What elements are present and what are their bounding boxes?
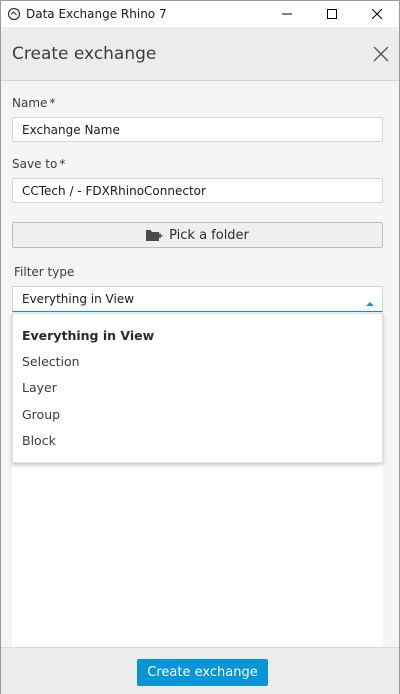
filter-type-label: Filter type (14, 265, 75, 279)
name-input-value: Exchange Name (22, 122, 120, 137)
save-to-required-marker: * (59, 157, 66, 171)
footer-bar: Create exchange (1, 647, 399, 694)
folder-add-icon (146, 228, 163, 242)
pick-folder-label: Pick a folder (169, 227, 249, 243)
save-to-label-text: Save to (12, 157, 58, 171)
save-to-input[interactable]: CCTech / - FDXRhinoConnector (12, 178, 383, 203)
create-exchange-button[interactable]: Create exchange (137, 659, 268, 686)
save-to-input-value: CCTech / - FDXRhinoConnector (22, 183, 206, 198)
name-required-marker: * (49, 96, 56, 110)
minimize-icon[interactable] (264, 1, 309, 27)
save-to-label: Save to * (12, 157, 65, 171)
window-title: Data Exchange Rhino 7 (26, 7, 167, 21)
dropdown-option-block[interactable]: Block (22, 430, 56, 450)
app-window: Data Exchange Rhino 7 Create exchange Na… (0, 0, 400, 694)
cloud-exchange-icon (6, 6, 22, 22)
filter-type-select[interactable]: Everything in View (12, 286, 383, 312)
dropdown-option-group[interactable]: Group (22, 404, 60, 424)
filter-type-dropdown: Everything in View Selection Layer Group… (12, 313, 383, 463)
panel-header: Create exchange (1, 27, 399, 81)
dropdown-option-selection[interactable]: Selection (22, 351, 80, 371)
maximize-icon[interactable] (309, 1, 354, 27)
name-label: Name * (12, 96, 55, 110)
name-label-text: Name (12, 96, 48, 110)
page-title: Create exchange (12, 43, 157, 64)
caret-up-icon (366, 296, 374, 306)
dropdown-option-everything-in-view[interactable]: Everything in View (22, 325, 154, 345)
name-input[interactable]: Exchange Name (12, 117, 383, 142)
dropdown-option-layer[interactable]: Layer (22, 377, 57, 397)
title-bar: Data Exchange Rhino 7 (1, 1, 399, 27)
filter-type-selected: Everything in View (22, 292, 135, 306)
pick-folder-button[interactable]: Pick a folder (12, 222, 383, 248)
window-close-icon[interactable] (354, 1, 399, 27)
close-icon[interactable] (371, 44, 391, 64)
